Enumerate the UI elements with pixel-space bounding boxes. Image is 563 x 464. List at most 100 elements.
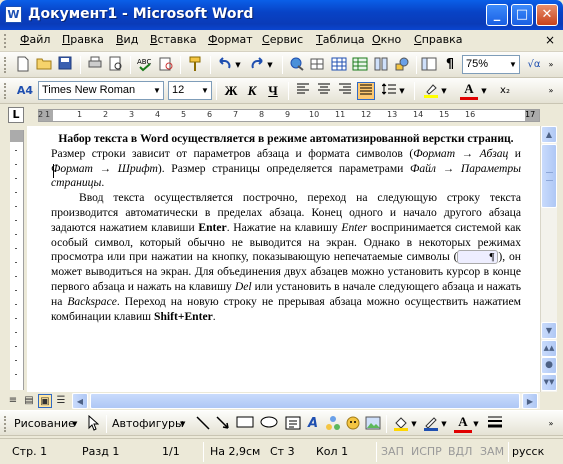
horizontal-scroll-thumb[interactable] (90, 393, 520, 409)
menu-format[interactable]: Формат (208, 33, 253, 46)
menu-help[interactable]: Справка (414, 33, 462, 46)
insert-table-icon[interactable] (330, 56, 348, 74)
toolbar-options-icon[interactable]: » (546, 56, 556, 74)
undo-dropdown-icon[interactable]: ▼ (234, 56, 242, 74)
scroll-up-icon[interactable]: ▲ (541, 126, 557, 143)
menu-insert[interactable]: Вставка (150, 33, 197, 46)
italic-button[interactable]: К (243, 82, 261, 100)
line-tool-icon[interactable] (194, 415, 212, 433)
highlight-dropdown-icon[interactable]: ▼ (440, 82, 448, 100)
chevron-down-icon[interactable]: ▼ (507, 56, 519, 73)
styles-icon[interactable]: A4 (14, 82, 36, 100)
status-column[interactable]: Кол 1 (316, 445, 348, 458)
underline-button[interactable]: Ч (264, 82, 282, 100)
menu-file[interactable]: Файл (20, 33, 50, 46)
zoom-combo[interactable]: 75% ▼ (462, 55, 520, 74)
menu-edit[interactable]: Правка (62, 33, 104, 46)
fill-color-icon[interactable] (392, 415, 410, 433)
menu-grip[interactable] (4, 34, 7, 48)
rectangle-tool-icon[interactable] (236, 415, 254, 433)
insert-picture-icon[interactable] (364, 415, 382, 433)
document-map-icon[interactable] (420, 56, 438, 74)
chevron-down-icon[interactable]: ▼ (151, 82, 163, 99)
print-icon[interactable] (86, 56, 104, 74)
align-center-icon[interactable] (315, 82, 333, 100)
chevron-down-icon[interactable]: ▼ (199, 82, 211, 99)
print-preview-icon[interactable] (107, 56, 125, 74)
font-color-button[interactable]: A (460, 82, 478, 100)
drawing-icon[interactable] (393, 56, 411, 74)
align-left-icon[interactable] (294, 82, 312, 100)
autoshapes-menu-button[interactable]: Автофигуры (112, 417, 184, 430)
chevron-down-icon[interactable]: ▼ (72, 420, 77, 428)
justify-icon[interactable] (357, 82, 375, 100)
previous-page-icon[interactable]: ▲▲ (541, 340, 557, 357)
scroll-thumb[interactable] (541, 144, 557, 208)
document-close-icon[interactable]: × (545, 33, 555, 47)
status-position[interactable]: На 2,9см (210, 445, 260, 458)
status-track-changes[interactable]: ИСПР (411, 445, 442, 458)
highlight-icon[interactable] (422, 82, 440, 100)
diagram-icon[interactable] (324, 415, 342, 433)
align-right-icon[interactable] (336, 82, 354, 100)
bold-button[interactable]: Ж (222, 82, 240, 100)
redo-dropdown-icon[interactable]: ▼ (266, 56, 274, 74)
tables-borders-icon[interactable] (309, 56, 327, 74)
font-color-dropdown-icon[interactable]: ▼ (480, 82, 488, 100)
clip-art-icon[interactable] (344, 415, 362, 433)
menu-tools[interactable]: Сервис (262, 33, 303, 46)
horizontal-scrollbar[interactable]: ◀ ▶ (72, 393, 540, 409)
font-size-combo[interactable]: 12 ▼ (168, 81, 212, 100)
undo-icon[interactable] (216, 56, 234, 74)
draw-menu-button[interactable]: Рисование (14, 417, 75, 430)
redo-icon[interactable] (248, 56, 266, 74)
line-style-icon[interactable] (486, 415, 504, 433)
maximize-button[interactable]: □ (511, 4, 533, 26)
vertical-scrollbar[interactable]: ▲ ▼ ▲▲ ● ▼▼ (540, 126, 557, 392)
font-name-combo[interactable]: Times New Roman ▼ (38, 81, 164, 100)
status-page-count[interactable]: 1/1 (162, 445, 180, 458)
document-page[interactable]: Набор текста в Word осуществляется в реж… (27, 126, 540, 392)
scroll-down-icon[interactable]: ▼ (541, 322, 557, 339)
menu-view[interactable]: Вид (116, 33, 138, 46)
title-bar[interactable]: W Документ1 - Microsoft Word _ □ ✕ (0, 0, 563, 30)
status-record-macro[interactable]: ЗАП (381, 445, 404, 458)
scroll-left-icon[interactable]: ◀ (72, 393, 88, 409)
toolbar-options-icon[interactable]: » (546, 82, 556, 100)
toolbar-grip[interactable] (4, 57, 7, 73)
print-layout-view-icon[interactable]: ▣ (38, 394, 52, 408)
spelling-icon[interactable]: ABC (136, 56, 154, 74)
text-box-icon[interactable] (284, 415, 302, 433)
columns-icon[interactable] (372, 56, 390, 74)
drawing-font-color-icon[interactable]: A (454, 415, 472, 433)
save-icon[interactable] (56, 56, 74, 74)
web-view-icon[interactable]: ▤ (22, 394, 36, 408)
close-button[interactable]: ✕ (536, 4, 558, 26)
help-formula-icon[interactable]: √α (524, 56, 544, 74)
drawing-font-color-dropdown-icon[interactable]: ▼ (472, 415, 480, 433)
line-spacing-icon[interactable] (380, 82, 398, 100)
select-objects-icon[interactable] (84, 414, 102, 433)
wordart-icon[interactable]: A (304, 415, 322, 433)
arrow-tool-icon[interactable] (214, 415, 232, 433)
hyperlink-icon[interactable] (288, 56, 306, 74)
scroll-right-icon[interactable]: ▶ (522, 393, 538, 409)
vertical-ruler[interactable] (10, 130, 24, 390)
research-icon[interactable] (157, 56, 175, 74)
line-color-icon[interactable] (422, 415, 440, 433)
word-app-icon[interactable]: W (5, 6, 22, 23)
toolbar-options-icon[interactable]: » (546, 415, 556, 433)
status-line[interactable]: Ст 3 (270, 445, 295, 458)
tab-stop-selector[interactable]: L (8, 107, 24, 123)
menu-table[interactable]: Таблица (316, 33, 365, 46)
new-document-icon[interactable] (14, 56, 32, 74)
status-overtype[interactable]: ЗАМ (480, 445, 504, 458)
status-language[interactable]: русск (512, 445, 544, 458)
format-painter-icon[interactable] (186, 56, 204, 74)
document-text[interactable]: Набор текста в Word осуществляется в реж… (51, 132, 521, 324)
browse-object-icon[interactable]: ● (541, 357, 557, 374)
line-color-dropdown-icon[interactable]: ▼ (440, 415, 448, 433)
fill-color-dropdown-icon[interactable]: ▼ (410, 415, 418, 433)
oval-tool-icon[interactable] (260, 415, 278, 433)
status-extend-selection[interactable]: ВДЛ (448, 445, 472, 458)
